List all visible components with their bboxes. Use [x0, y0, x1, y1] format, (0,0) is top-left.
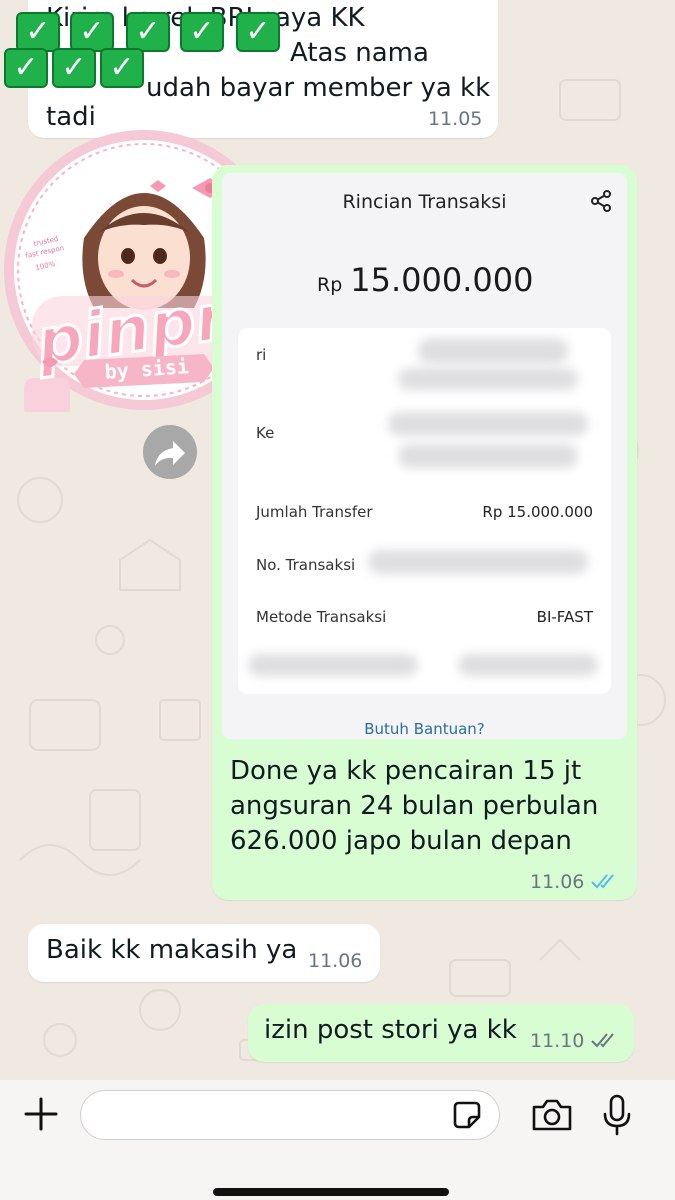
check-mark-emoji: ✓ [70, 12, 114, 52]
txn-no-label: No. Transaksi [256, 556, 356, 574]
redacted-field [418, 338, 568, 364]
caption-line2: angsuran 24 bulan perbulan [230, 791, 599, 821]
share-icon [591, 190, 611, 212]
redacted-field [388, 412, 588, 436]
method-value: BI-FAST [536, 608, 593, 626]
caption-line1: Done ya kk pencairan 15 jt [230, 756, 582, 786]
redacted-field [458, 654, 598, 676]
message-text: izin post stori ya kk [264, 1015, 517, 1045]
sticker-icon[interactable] [450, 1098, 484, 1132]
add-attachment-icon[interactable] [22, 1095, 60, 1133]
message-input-bar [0, 1080, 675, 1200]
redacted-field [398, 444, 578, 468]
microphone-icon[interactable] [600, 1093, 634, 1137]
read-ticks-icon [591, 874, 614, 889]
home-indicator [213, 1188, 449, 1196]
redacted-field [248, 654, 418, 676]
outgoing-receipt-message[interactable]: Rincian Transaksi Rp 15.000.000 ri Ke Jum… [212, 165, 637, 900]
message-input[interactable] [80, 1090, 500, 1140]
currency-label: Rp [317, 274, 343, 296]
incoming-message[interactable]: Baik kk makasih ya 11.06 [28, 924, 380, 982]
amount-value: 15.000.000 [350, 261, 534, 299]
check-mark-emoji: ✓ [52, 48, 96, 88]
transfer-label: Jumlah Transfer [256, 503, 373, 521]
to-label: Ke [256, 424, 275, 442]
outgoing-message[interactable]: izin post stori ya kk 11.10 [248, 1004, 634, 1062]
check-mark-emoji: ✓ [180, 12, 224, 52]
check-mark-emoji: ✓ [4, 48, 48, 88]
check-mark-emoji: ✓ [16, 12, 60, 52]
message-text-line2: Atas nama [290, 38, 429, 68]
receipt-title: Rincian Transaksi [342, 191, 507, 213]
message-time: 11.10 [530, 1030, 585, 1052]
from-label: ri [256, 346, 267, 364]
method-label: Metode Transaksi [256, 608, 387, 626]
message-time: 11.05 [428, 108, 483, 130]
delivered-ticks-icon [591, 1033, 614, 1048]
camera-icon[interactable] [530, 1096, 574, 1134]
redacted-field [398, 368, 578, 390]
forward-button[interactable] [143, 425, 197, 479]
caption-line3: 626.000 japo bulan depan [230, 826, 572, 856]
message-time: 11.06 [530, 871, 585, 893]
check-mark-emoji: ✓ [126, 12, 170, 52]
transfer-value: Rp 15.000.000 [482, 503, 593, 521]
message-text: Baik kk makasih ya [46, 935, 298, 965]
check-mark-emoji: ✓ [236, 12, 280, 52]
receipt-amount: Rp 15.000.000 [317, 261, 533, 299]
check-mark-emoji: ✓ [100, 48, 144, 88]
transaction-receipt-image[interactable]: Rincian Transaksi Rp 15.000.000 ri Ke Jum… [222, 173, 627, 739]
redacted-field [368, 550, 588, 574]
message-text-line3: udah bayar member ya kk [146, 73, 491, 103]
help-link[interactable]: Butuh Bantuan? [222, 720, 627, 738]
message-time: 11.06 [308, 950, 363, 972]
receipt-details-panel: ri Ke Jumlah Transfer Rp 15.000.000 No. … [238, 328, 611, 694]
message-text-line4: tadi [46, 102, 96, 132]
forward-arrow-icon [155, 441, 185, 466]
